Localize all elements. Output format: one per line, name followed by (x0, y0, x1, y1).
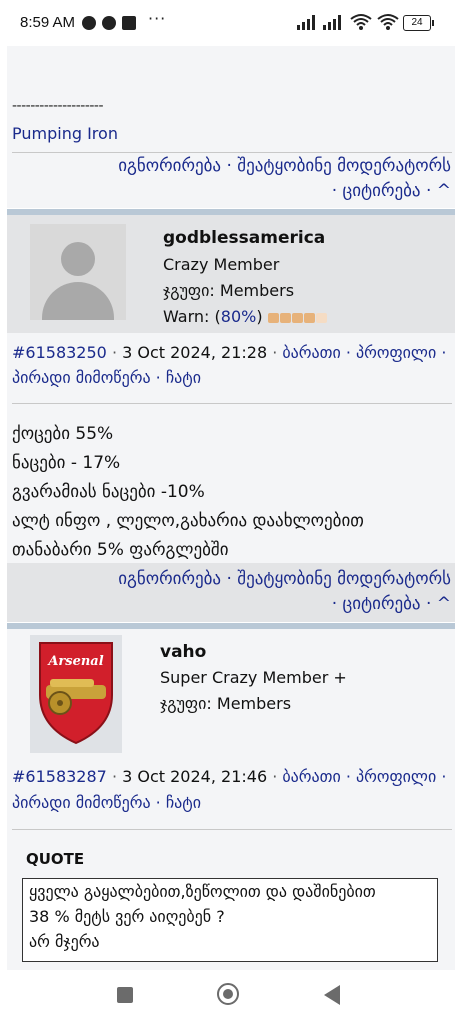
quote-label: QUOTE (26, 850, 85, 868)
post1-date: 3 Oct 2024, 21:28 (122, 343, 268, 362)
post1-body: ქოცები 55% ნაცები - 17% გვარამიას ნაცები… (12, 420, 364, 565)
signal-icon (297, 14, 319, 30)
wifi-icon (350, 14, 372, 30)
battery-icon: 24 (403, 15, 434, 31)
post1-group: ჯგუფი: Members (163, 281, 295, 300)
divider (12, 403, 452, 404)
quote-line: 38 % მეტს ვერ აიღებენ ? (29, 907, 225, 926)
system-nav-bar (0, 970, 461, 1024)
signal-icon-2 (323, 14, 345, 30)
body-line: ალტ ინფო , ლელო,გახარია დაახლოებით (12, 511, 364, 531)
quote-box: ყველა გაყალბებით,ზეწოლით და დაშინებით 38… (22, 878, 438, 962)
post1-links-1[interactable]: ბარათი · პროფილი · (282, 343, 446, 362)
post1-rank: Crazy Member (163, 255, 280, 274)
avatar-brand-text: Arsenal (46, 654, 103, 669)
wifi-icon-2 (377, 14, 399, 30)
divider (12, 829, 452, 830)
post1-id-link[interactable]: #61583250 (12, 343, 107, 362)
body-line: ქოცები 55% (12, 424, 114, 444)
actions-line-2[interactable]: · ციტირება · ^ (118, 592, 451, 617)
post1-actions: იგნორირება · შეატყობინე მოდერატორს · ციტ… (118, 567, 451, 617)
more-notifications-icon: ··· (148, 9, 167, 28)
post-actions: იგნორირება · შეატყობინე მოდერატორს · ციტ… (118, 154, 451, 204)
signature-rule: -------------------- (12, 98, 104, 114)
post2-group: ჯგუფი: Members (160, 694, 292, 713)
body-line: გვარამიას ნაცები -10% (12, 482, 205, 502)
forum-page: -------------------- Pumping Iron იგნორი… (0, 46, 461, 970)
upload-icon (122, 16, 136, 30)
post2-header: #61583287 · 3 Oct 2024, 21:46 · ბარათი ·… (12, 767, 447, 786)
post2-links-2[interactable]: პირადი მიმოწერა · ჩატი (12, 793, 201, 812)
post1-username[interactable]: godblessamerica (163, 228, 325, 248)
status-time: 8:59 AM (20, 14, 76, 31)
warn-percent[interactable]: 80% (221, 307, 257, 326)
quote-line: ყველა გაყალბებით,ზეწოლით და დაშინებით (29, 882, 376, 901)
signature-link[interactable]: Pumping Iron (12, 124, 118, 143)
post2-id-link[interactable]: #61583287 (12, 767, 107, 786)
recent-apps-button[interactable] (117, 987, 133, 1003)
post2-links-1[interactable]: ბარათი · პროფილი · (282, 767, 446, 786)
post2-username[interactable]: vaho (160, 642, 206, 662)
home-button[interactable] (217, 983, 239, 1005)
post1-header: #61583250 · 3 Oct 2024, 21:28 · ბარათი ·… (12, 343, 447, 362)
post1-warn: Warn: (80%) (163, 307, 328, 327)
status-bar: 8:59 AM ··· 24 (0, 0, 461, 46)
body-line: თანაბარი 5% ფარგლებში (12, 540, 229, 560)
warn-level-bar (267, 308, 328, 327)
messenger-icon (82, 16, 96, 30)
default-avatar[interactable] (30, 224, 126, 320)
quote-line: არ მჯერა (29, 932, 100, 951)
post2-rank: Super Crazy Member + (160, 668, 347, 687)
actions-line-1[interactable]: იგნორირება · შეატყობინე მოდერატორს (118, 154, 451, 179)
post1-links-2[interactable]: პირადი მიმოწერა · ჩატი (12, 368, 201, 387)
chat-icon (102, 16, 116, 30)
body-line: ნაცები - 17% (12, 453, 121, 473)
actions-line-2[interactable]: · ციტირება · ^ (118, 179, 451, 204)
back-button[interactable] (324, 985, 340, 1005)
post2-date: 3 Oct 2024, 21:46 (122, 767, 268, 786)
divider (12, 152, 452, 153)
arsenal-avatar[interactable]: Arsenal (30, 635, 122, 753)
actions-line-1[interactable]: იგნორირება · შეატყობინე მოდერატორს (118, 567, 451, 592)
